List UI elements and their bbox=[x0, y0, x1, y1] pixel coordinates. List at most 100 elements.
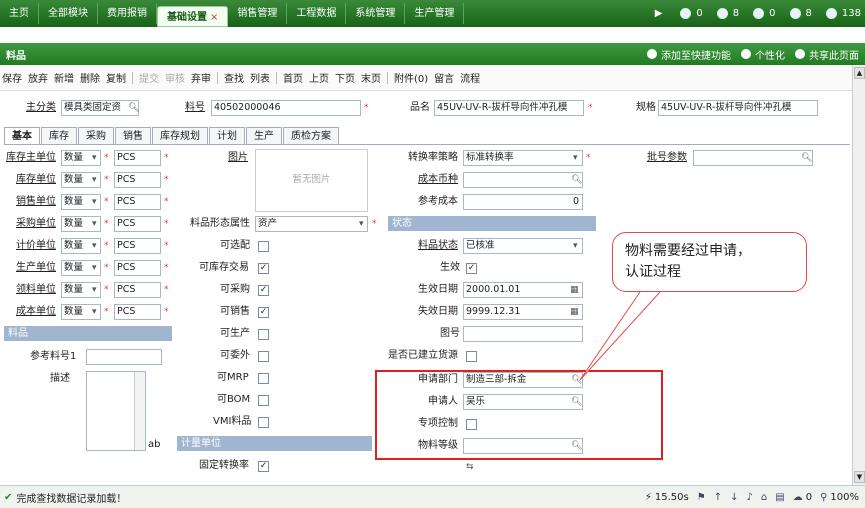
description-textarea[interactable] bbox=[86, 371, 146, 451]
first-page-button[interactable]: 首页 bbox=[283, 70, 303, 85]
nav-tab-basic-settings[interactable]: 基础设置 × bbox=[157, 6, 229, 27]
unit-field[interactable]: PCS bbox=[114, 150, 161, 166]
chevron-down-icon[interactable]: ▾ bbox=[92, 239, 97, 253]
currency-field[interactable] bbox=[463, 172, 583, 188]
refcost-field[interactable]: 0 bbox=[463, 194, 583, 210]
nav-tab-production[interactable]: 生产管理 bbox=[405, 3, 465, 24]
drawing-no-field[interactable] bbox=[463, 326, 583, 342]
zoom-level[interactable]: 100% bbox=[830, 492, 859, 503]
down-arrow-icon[interactable]: ↓ bbox=[730, 492, 738, 503]
chevron-down-icon[interactable]: ▾ bbox=[92, 283, 97, 297]
nav-tab-sales[interactable]: 销售管理 bbox=[228, 3, 288, 24]
chevron-down-icon[interactable]: ▾ bbox=[92, 217, 97, 231]
chevron-down-icon[interactable]: ▾ bbox=[92, 305, 97, 319]
tab-sales[interactable]: 销售 bbox=[115, 127, 151, 145]
play-icon[interactable]: ▶ bbox=[655, 8, 663, 19]
scroll-down-icon[interactable]: ▼ bbox=[854, 471, 865, 483]
speaker-icon[interactable]: ♪ bbox=[747, 492, 753, 503]
message-button[interactable]: 留言 bbox=[434, 70, 454, 85]
counter-5[interactable]: 138 bbox=[825, 8, 861, 19]
unit-field[interactable]: PCS bbox=[114, 194, 161, 210]
chevron-down-icon[interactable]: ▾ bbox=[359, 217, 364, 231]
unit-row-label[interactable]: 生产单位 bbox=[16, 260, 56, 276]
flag-icon[interactable]: ⚑ bbox=[697, 492, 706, 503]
scroll-up-icon[interactable]: ▲ bbox=[854, 67, 865, 79]
personalize-link[interactable]: 个性化 bbox=[741, 47, 785, 62]
producible-checkbox[interactable] bbox=[258, 329, 269, 340]
add-shortcut-link[interactable]: 添加至快捷功能 bbox=[647, 47, 731, 62]
strategy-select[interactable]: 标准转换率 bbox=[463, 150, 583, 166]
category-label[interactable]: 主分类 bbox=[26, 100, 56, 116]
source-checkbox[interactable] bbox=[466, 351, 477, 362]
fixed-rate-checkbox[interactable]: ✓ bbox=[258, 461, 269, 472]
counter-3[interactable]: 0 bbox=[753, 8, 776, 19]
saleable-checkbox[interactable]: ✓ bbox=[258, 307, 269, 318]
search-icon[interactable]: 🔍︎ bbox=[571, 173, 582, 187]
unit-row-label[interactable]: 库存单位 bbox=[16, 172, 56, 188]
effective-checkbox[interactable]: ✓ bbox=[466, 263, 477, 274]
configurable-checkbox[interactable] bbox=[258, 241, 269, 252]
purchasable-checkbox[interactable]: ✓ bbox=[258, 285, 269, 296]
approve-button[interactable]: 审核 bbox=[165, 70, 185, 85]
nav-tab-expense[interactable]: 费用报销 bbox=[98, 3, 157, 24]
share-page-link[interactable]: 共享此页面 bbox=[795, 47, 859, 62]
end-date-field[interactable]: 9999.12.31 bbox=[463, 304, 583, 320]
tab-quality[interactable]: 质检方案 bbox=[283, 127, 339, 145]
nav-tab-engineering[interactable]: 工程数据 bbox=[287, 3, 347, 24]
unit-row-label[interactable]: 销售单位 bbox=[16, 194, 56, 210]
counter-2[interactable]: 8 bbox=[716, 8, 739, 19]
counter-4[interactable]: 8 bbox=[789, 8, 812, 19]
nav-tab-system[interactable]: 系统管理 bbox=[346, 3, 406, 24]
chevron-down-icon[interactable]: ▾ bbox=[92, 151, 97, 165]
last-page-button[interactable]: 末页 bbox=[361, 70, 381, 85]
batch-param-field[interactable] bbox=[693, 150, 813, 166]
unit-row-label[interactable]: 采购单位 bbox=[16, 216, 56, 232]
code-label[interactable]: 料号 bbox=[185, 100, 205, 116]
batch-param-label[interactable]: 批号参数 bbox=[647, 150, 687, 166]
next-page-button[interactable]: 下页 bbox=[335, 70, 355, 85]
home-icon[interactable]: ⌂ bbox=[761, 492, 767, 503]
unit-row-label[interactable]: 领料单位 bbox=[16, 282, 56, 298]
spellcheck-button[interactable]: ab bbox=[148, 437, 160, 453]
bom-checkbox[interactable] bbox=[258, 395, 269, 406]
unit-field[interactable]: PCS bbox=[114, 260, 161, 276]
new-button[interactable]: 新增 bbox=[54, 70, 74, 85]
chevron-down-icon[interactable]: ▾ bbox=[573, 239, 578, 253]
name-field[interactable]: 45UV-UV-R-拔杆导向件冲孔模 bbox=[434, 100, 584, 116]
spec-field[interactable]: 45UV-UV-R-拔杆导向件冲孔模 bbox=[658, 100, 818, 116]
copy-button[interactable]: 复制 bbox=[106, 70, 126, 85]
cloud-icon[interactable]: ☁ bbox=[793, 492, 803, 503]
counter-1[interactable]: 0 bbox=[680, 8, 703, 19]
calendar-icon[interactable]: ▦ bbox=[570, 305, 579, 319]
nav-tab-home[interactable]: 主页 bbox=[0, 3, 39, 24]
search-icon[interactable]: 🔍︎ bbox=[801, 151, 812, 165]
submit-button[interactable]: 提交 bbox=[139, 70, 159, 85]
unapprove-button[interactable]: 弃审 bbox=[191, 70, 211, 85]
vmi-checkbox[interactable] bbox=[258, 417, 269, 428]
find-button[interactable]: 查找 bbox=[224, 70, 244, 85]
ref-code-field[interactable] bbox=[86, 349, 162, 365]
calendar-icon[interactable]: ▦ bbox=[570, 283, 579, 297]
form-attr-select[interactable]: 资产 bbox=[255, 216, 368, 232]
attachment-button[interactable]: 附件(0) bbox=[394, 70, 428, 85]
save-button[interactable]: 保存 bbox=[2, 70, 22, 85]
unit-row-label[interactable]: 计价单位 bbox=[16, 238, 56, 254]
unit-field[interactable]: PCS bbox=[114, 238, 161, 254]
inventory-trade-checkbox[interactable]: ✓ bbox=[258, 263, 269, 274]
tab-purchase[interactable]: 采购 bbox=[78, 127, 114, 145]
list-button[interactable]: 列表 bbox=[250, 70, 270, 85]
chevron-down-icon[interactable]: ▾ bbox=[92, 195, 97, 209]
prev-page-button[interactable]: 上页 bbox=[309, 70, 329, 85]
tab-basic[interactable]: 基本 bbox=[4, 127, 40, 145]
workflow-button[interactable]: 流程 bbox=[460, 70, 480, 85]
discard-button[interactable]: 放弃 bbox=[28, 70, 48, 85]
item-status-label[interactable]: 料品状态 bbox=[418, 238, 458, 254]
unit-field[interactable]: PCS bbox=[114, 282, 161, 298]
chevron-down-icon[interactable]: ▾ bbox=[573, 151, 578, 165]
chevron-down-icon[interactable]: ▾ bbox=[92, 173, 97, 187]
zoom-icon[interactable]: ⚲ bbox=[820, 492, 827, 503]
tab-inventory-planning[interactable]: 库存规划 bbox=[152, 127, 208, 145]
chevron-down-icon[interactable]: ▾ bbox=[92, 261, 97, 275]
tab-production[interactable]: 生产 bbox=[246, 127, 282, 145]
code-field[interactable]: 40502000046 bbox=[211, 100, 361, 116]
